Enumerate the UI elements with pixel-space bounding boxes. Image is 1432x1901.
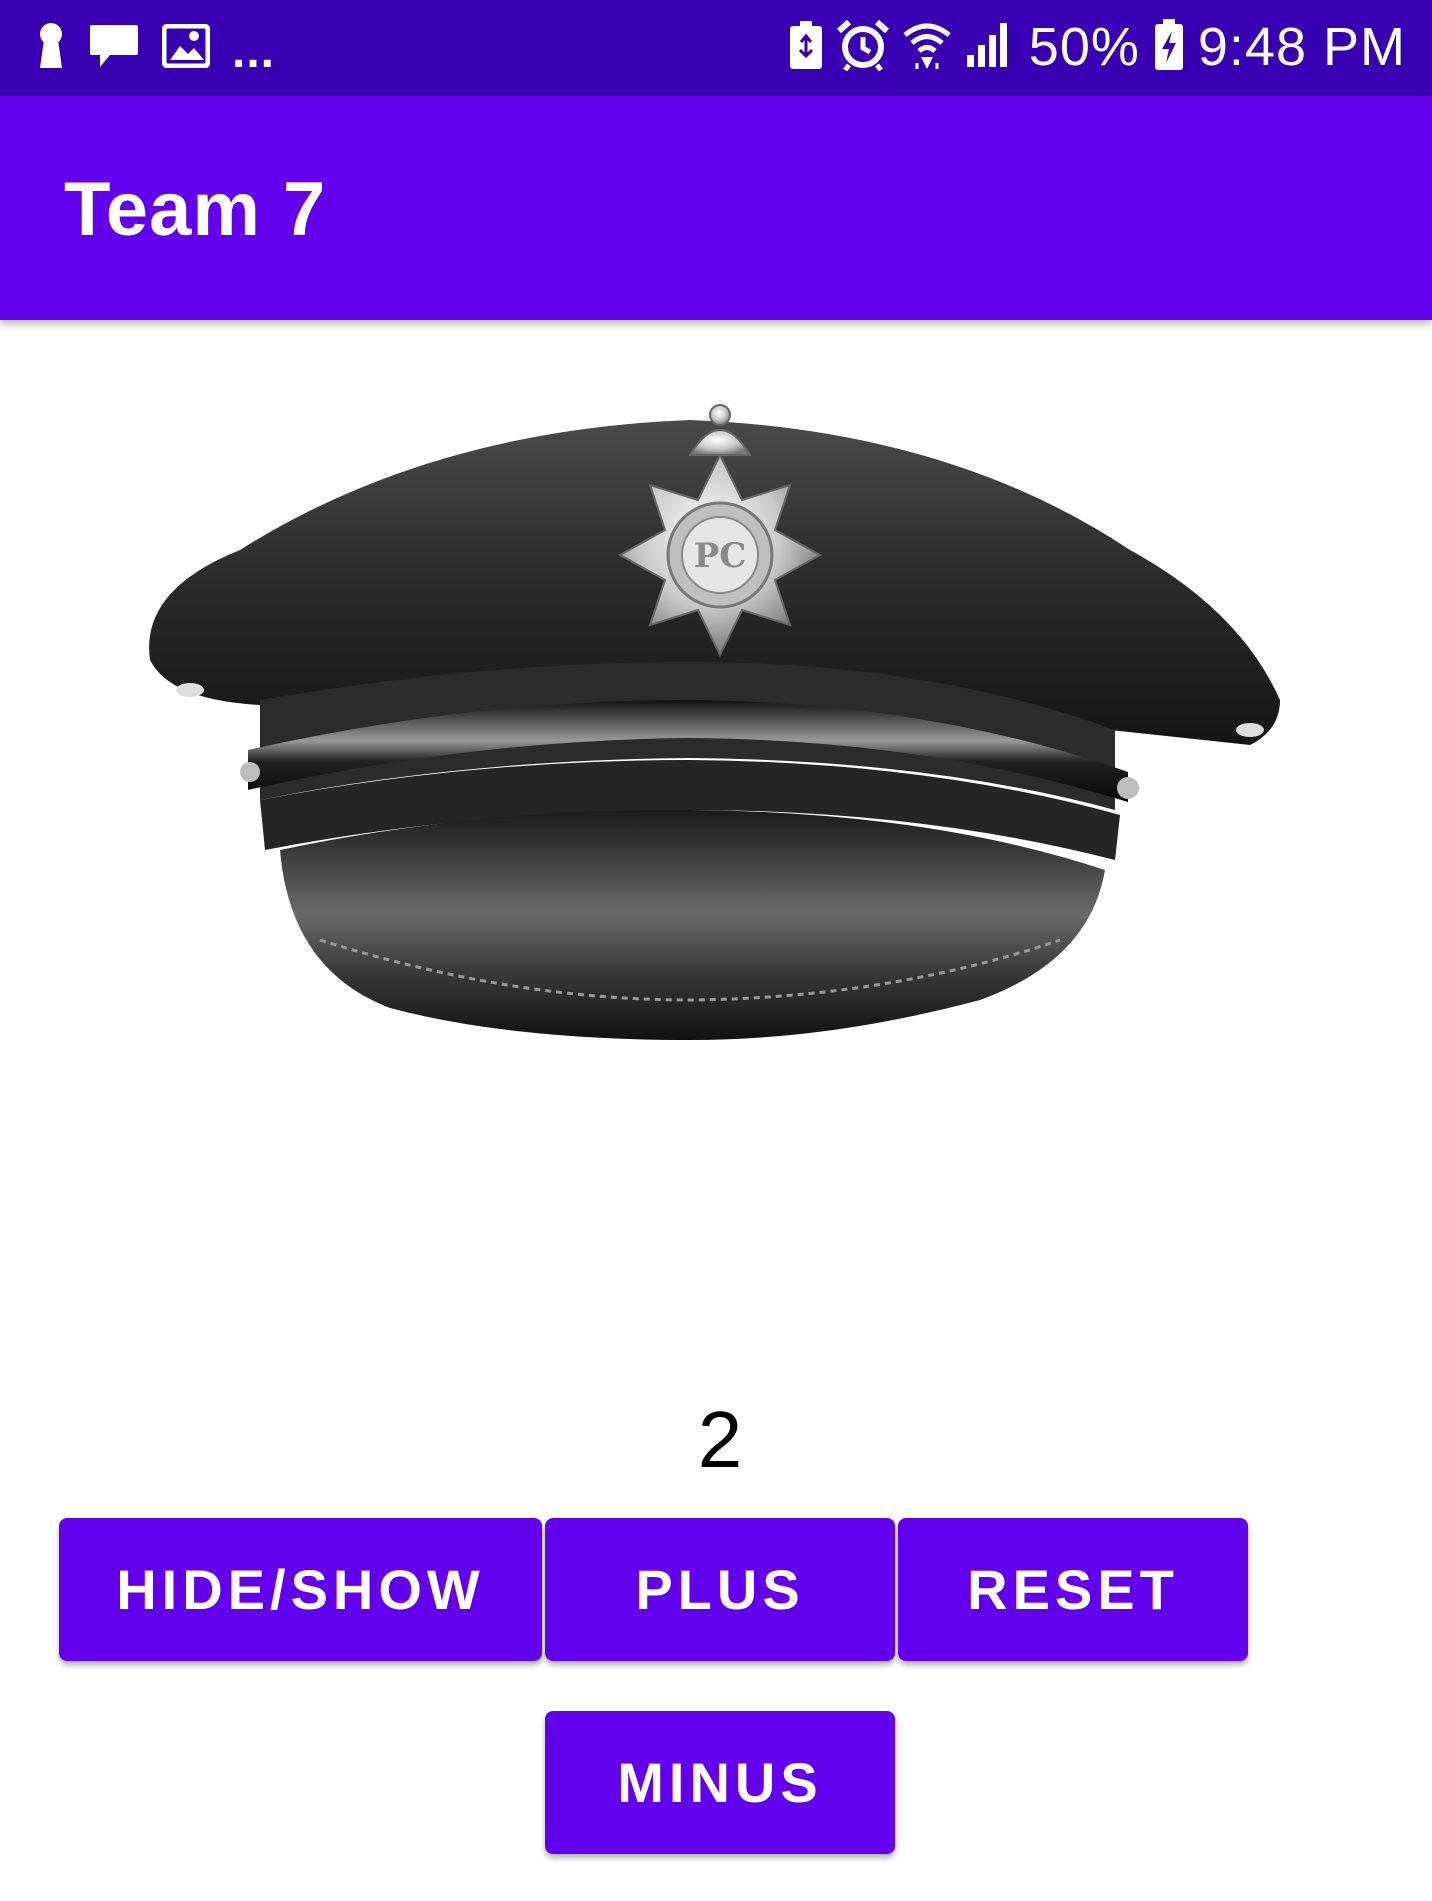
hide-show-button[interactable]: HIDE/SHOW <box>59 1518 542 1661</box>
battery-charging-icon <box>1154 18 1184 76</box>
battery-percent: 50% <box>1028 17 1140 77</box>
status-left-icons: ... <box>36 18 275 78</box>
status-bar: ... 50% 9:48 PM <box>0 0 1432 96</box>
signal-icon <box>965 21 1015 74</box>
reset-button[interactable]: RESET <box>898 1518 1248 1661</box>
status-right-icons: 50% 9:48 PM <box>789 14 1406 80</box>
minus-button[interactable]: MINUS <box>545 1711 895 1854</box>
message-icon <box>88 21 140 76</box>
wifi-icon <box>903 19 951 76</box>
more-notifications-indicator: ... <box>232 25 276 78</box>
image-icon <box>161 23 211 73</box>
battery-saver-icon <box>789 20 823 75</box>
counter-value: 2 <box>697 1395 743 1484</box>
app-bar: Team 7 <box>0 96 1432 320</box>
alarm-icon <box>836 19 889 76</box>
app-title: Team 7 <box>64 167 327 252</box>
clock: 9:48 PM <box>1197 17 1406 77</box>
plus-button[interactable]: PLUS <box>545 1518 895 1661</box>
svg-text:PC: PC <box>694 536 747 576</box>
police-hat-image: PC <box>130 400 1310 1040</box>
keyhole-icon <box>36 22 66 75</box>
